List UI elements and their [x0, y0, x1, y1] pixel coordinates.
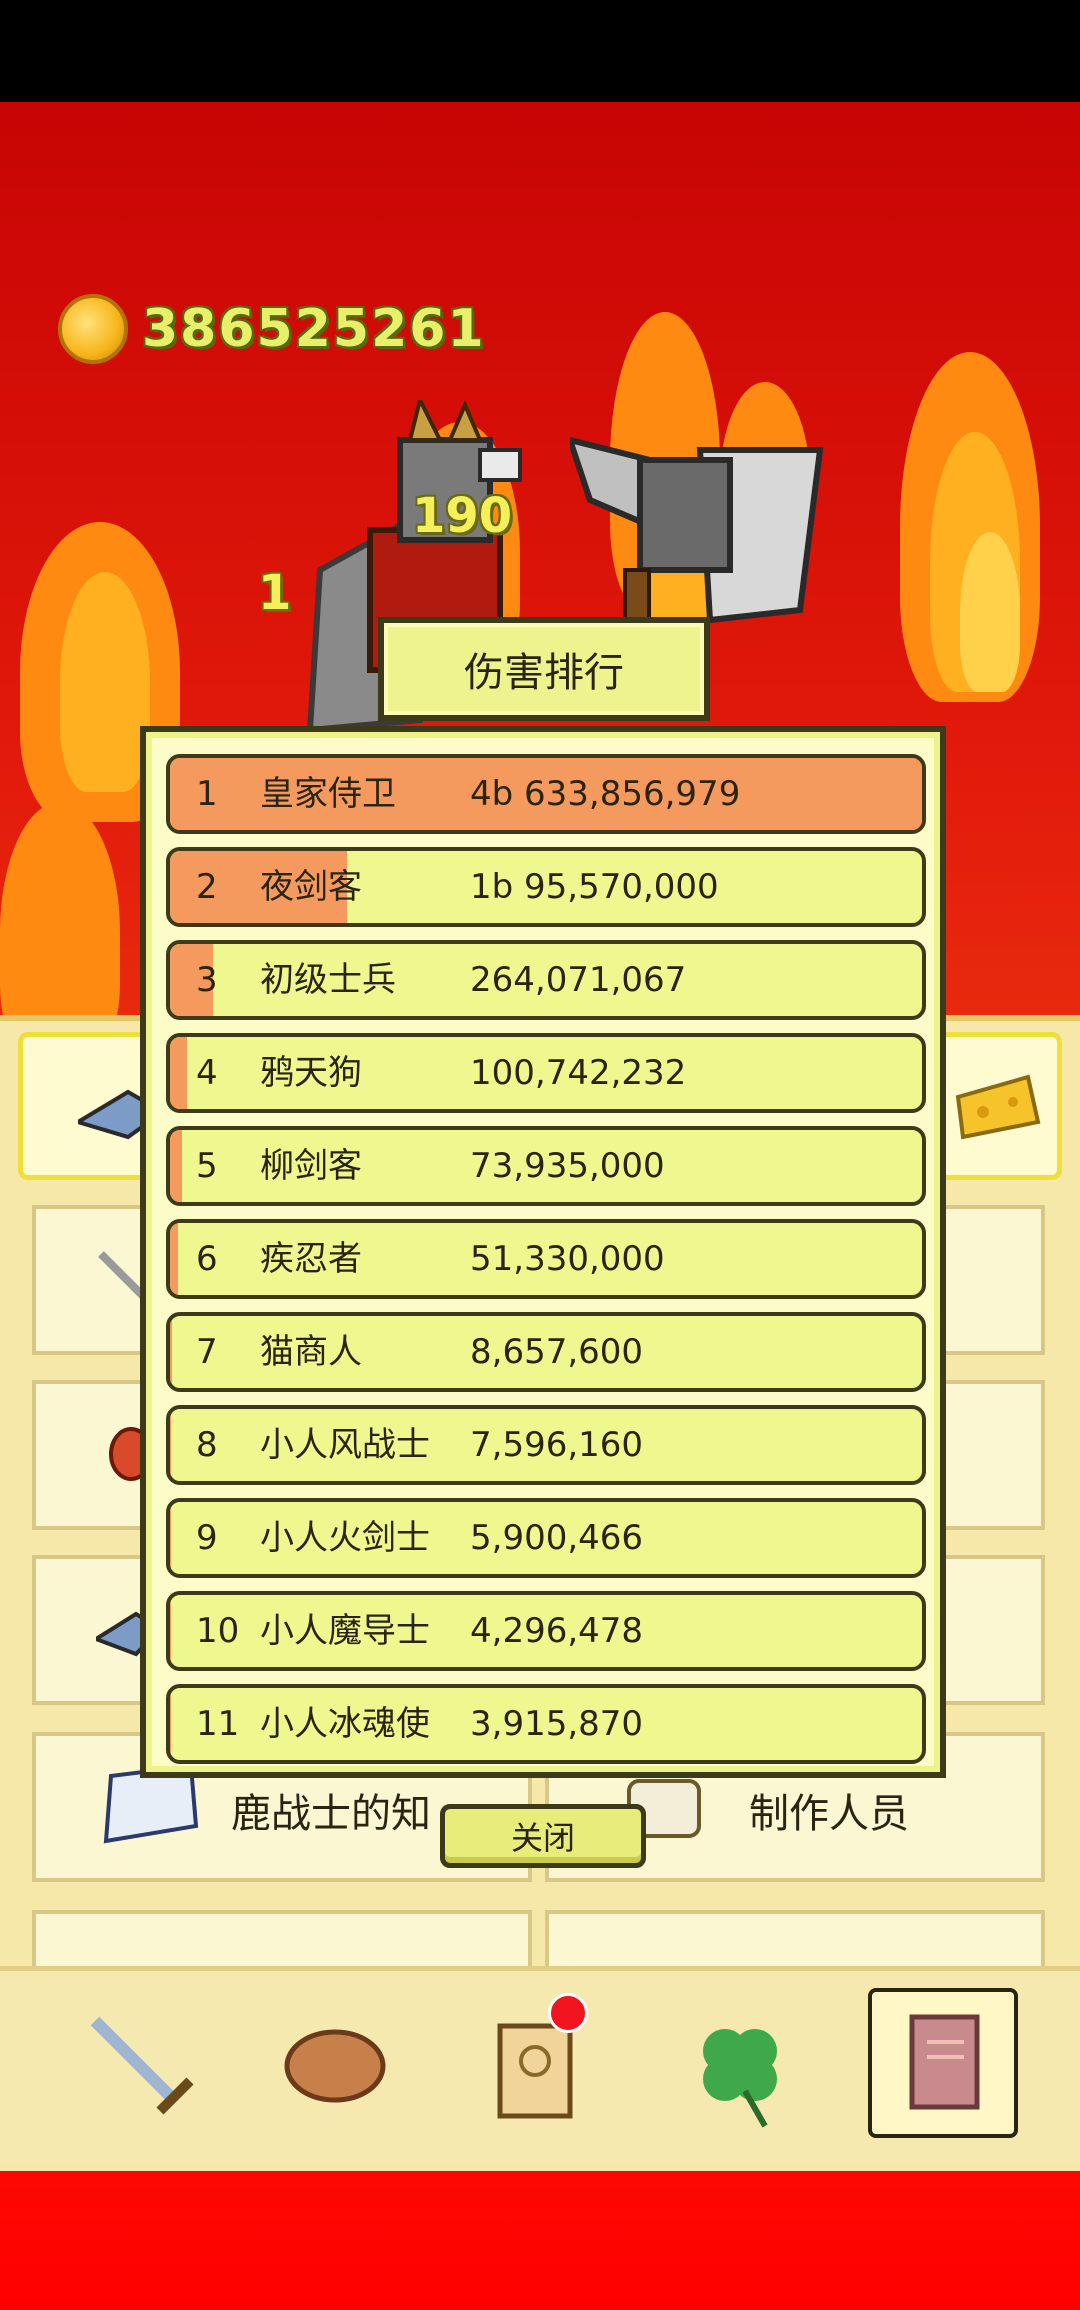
axe-boss-sprite[interactable] — [570, 420, 830, 650]
unit-name: 鸦天狗 — [260, 1053, 362, 1093]
unit-name: 小人魔导士 — [260, 1611, 430, 1651]
bread-icon — [284, 2029, 386, 2103]
unit-name: 小人火剑士 — [260, 1518, 430, 1558]
damage-value: 264,071,067 — [470, 960, 687, 1000]
flame-decoration — [960, 532, 1020, 692]
ranking-row: 7 猫商人 8,657,600 — [166, 1312, 926, 1392]
unit-name: 柳剑客 — [260, 1146, 362, 1186]
damage-share-bar — [170, 1595, 171, 1667]
book-icon — [103, 1766, 199, 1844]
damage-number: 190 — [412, 488, 513, 544]
damage-ranking-dialog: 1 皇家侍卫 4b 633,856,979 2 夜剑客 1b 95,570,000 3 初级士… — [140, 726, 946, 1778]
gold-amount: 386525261 — [142, 299, 486, 359]
damage-share-bar — [170, 1316, 172, 1388]
menu-card[interactable] — [32, 1910, 532, 1970]
ranking-row: 4 鸦天狗 100,742,232 — [166, 1033, 926, 1113]
menu-card[interactable] — [545, 1910, 1045, 1970]
nav-tab-battle[interactable] — [65, 1991, 215, 2141]
unit-name: 夜剑客 — [260, 867, 362, 907]
damage-value: 7,596,160 — [470, 1425, 644, 1465]
rank-number: 9 — [196, 1518, 218, 1558]
ranking-row: 3 初级士兵 264,071,067 — [166, 940, 926, 1020]
card-label: 鹿战士的知 — [231, 1791, 431, 1837]
damage-value: 5,900,466 — [470, 1518, 644, 1558]
damage-share-bar — [170, 1502, 171, 1574]
unit-name: 初级士兵 — [260, 960, 396, 1000]
bottom-nav — [0, 1966, 1080, 2162]
unit-name: 皇家侍卫 — [260, 774, 396, 814]
sword-icon — [90, 2016, 194, 2115]
modal-title: 伤害排行 — [378, 617, 710, 721]
unit-name: 小人冰魂使 — [260, 1704, 430, 1744]
damage-value: 1b 95,570,000 — [470, 867, 719, 907]
unit-name: 猫商人 — [260, 1332, 362, 1372]
ranking-row: 11 小人冰魂使 3,915,870 — [166, 1684, 926, 1764]
ranking-row: 9 小人火剑士 5,900,466 — [166, 1498, 926, 1578]
rank-number: 4 — [196, 1053, 218, 1093]
damage-value: 100,742,232 — [470, 1053, 687, 1093]
rank-number: 1 — [196, 774, 218, 814]
rank-number: 10 — [196, 1611, 240, 1651]
damage-value: 73,935,000 — [470, 1146, 665, 1186]
ranking-row: 8 小人风战士 7,596,160 — [166, 1405, 926, 1485]
ranking-row: 2 夜剑客 1b 95,570,000 — [166, 847, 926, 927]
damage-share-bar — [170, 1223, 179, 1295]
cheese-icon[interactable] — [953, 1067, 1043, 1147]
damage-value: 4,296,478 — [470, 1611, 644, 1651]
nav-tab-food[interactable] — [260, 1991, 410, 2141]
rank-number: 8 — [196, 1425, 218, 1465]
damage-share-bar — [170, 1409, 172, 1481]
damage-share-bar — [170, 1688, 171, 1760]
notification-badge — [548, 1993, 588, 2033]
unit-name: 疾忍者 — [260, 1239, 362, 1279]
nav-tab-luck[interactable] — [665, 1991, 815, 2141]
nav-tab-book[interactable] — [868, 1988, 1018, 2138]
damage-share-bar — [170, 1130, 183, 1202]
ranking-row: 10 小人魔导士 4,296,478 — [166, 1591, 926, 1671]
damage-value: 51,330,000 — [470, 1239, 665, 1279]
rank-number: 5 — [196, 1146, 218, 1186]
rank-number: 6 — [196, 1239, 218, 1279]
damage-number: 1 — [258, 565, 292, 621]
unit-name: 小人风战士 — [260, 1425, 430, 1465]
rank-number: 7 — [196, 1332, 218, 1372]
ranking-row: 5 柳剑客 73,935,000 — [166, 1126, 926, 1206]
rank-number: 3 — [196, 960, 218, 1000]
damage-value: 3,915,870 — [470, 1704, 644, 1744]
card-label: 制作人员 — [749, 1791, 909, 1837]
ranking-list[interactable]: 1 皇家侍卫 4b 633,856,979 2 夜剑客 1b 95,570,000 3 初级士… — [166, 754, 926, 1777]
currency-display: 386525261 — [58, 292, 486, 366]
ranking-row: 1 皇家侍卫 4b 633,856,979 — [166, 754, 926, 834]
close-button[interactable]: 关闭 — [440, 1804, 646, 1868]
flame-decoration — [60, 572, 150, 792]
damage-share-bar — [170, 1037, 187, 1109]
rank-number: 2 — [196, 867, 218, 907]
ranking-row: 6 疾忍者 51,330,000 — [166, 1219, 926, 1299]
status-bar — [0, 0, 1080, 102]
nav-tab-quests[interactable] — [460, 1991, 610, 2141]
damage-value: 8,657,600 — [470, 1332, 644, 1372]
book-icon — [909, 2014, 980, 2110]
damage-value: 4b 633,856,979 — [470, 774, 741, 814]
gold-coin-icon — [58, 294, 128, 364]
clover-icon — [703, 2029, 777, 2128]
rank-number: 11 — [196, 1704, 240, 1744]
